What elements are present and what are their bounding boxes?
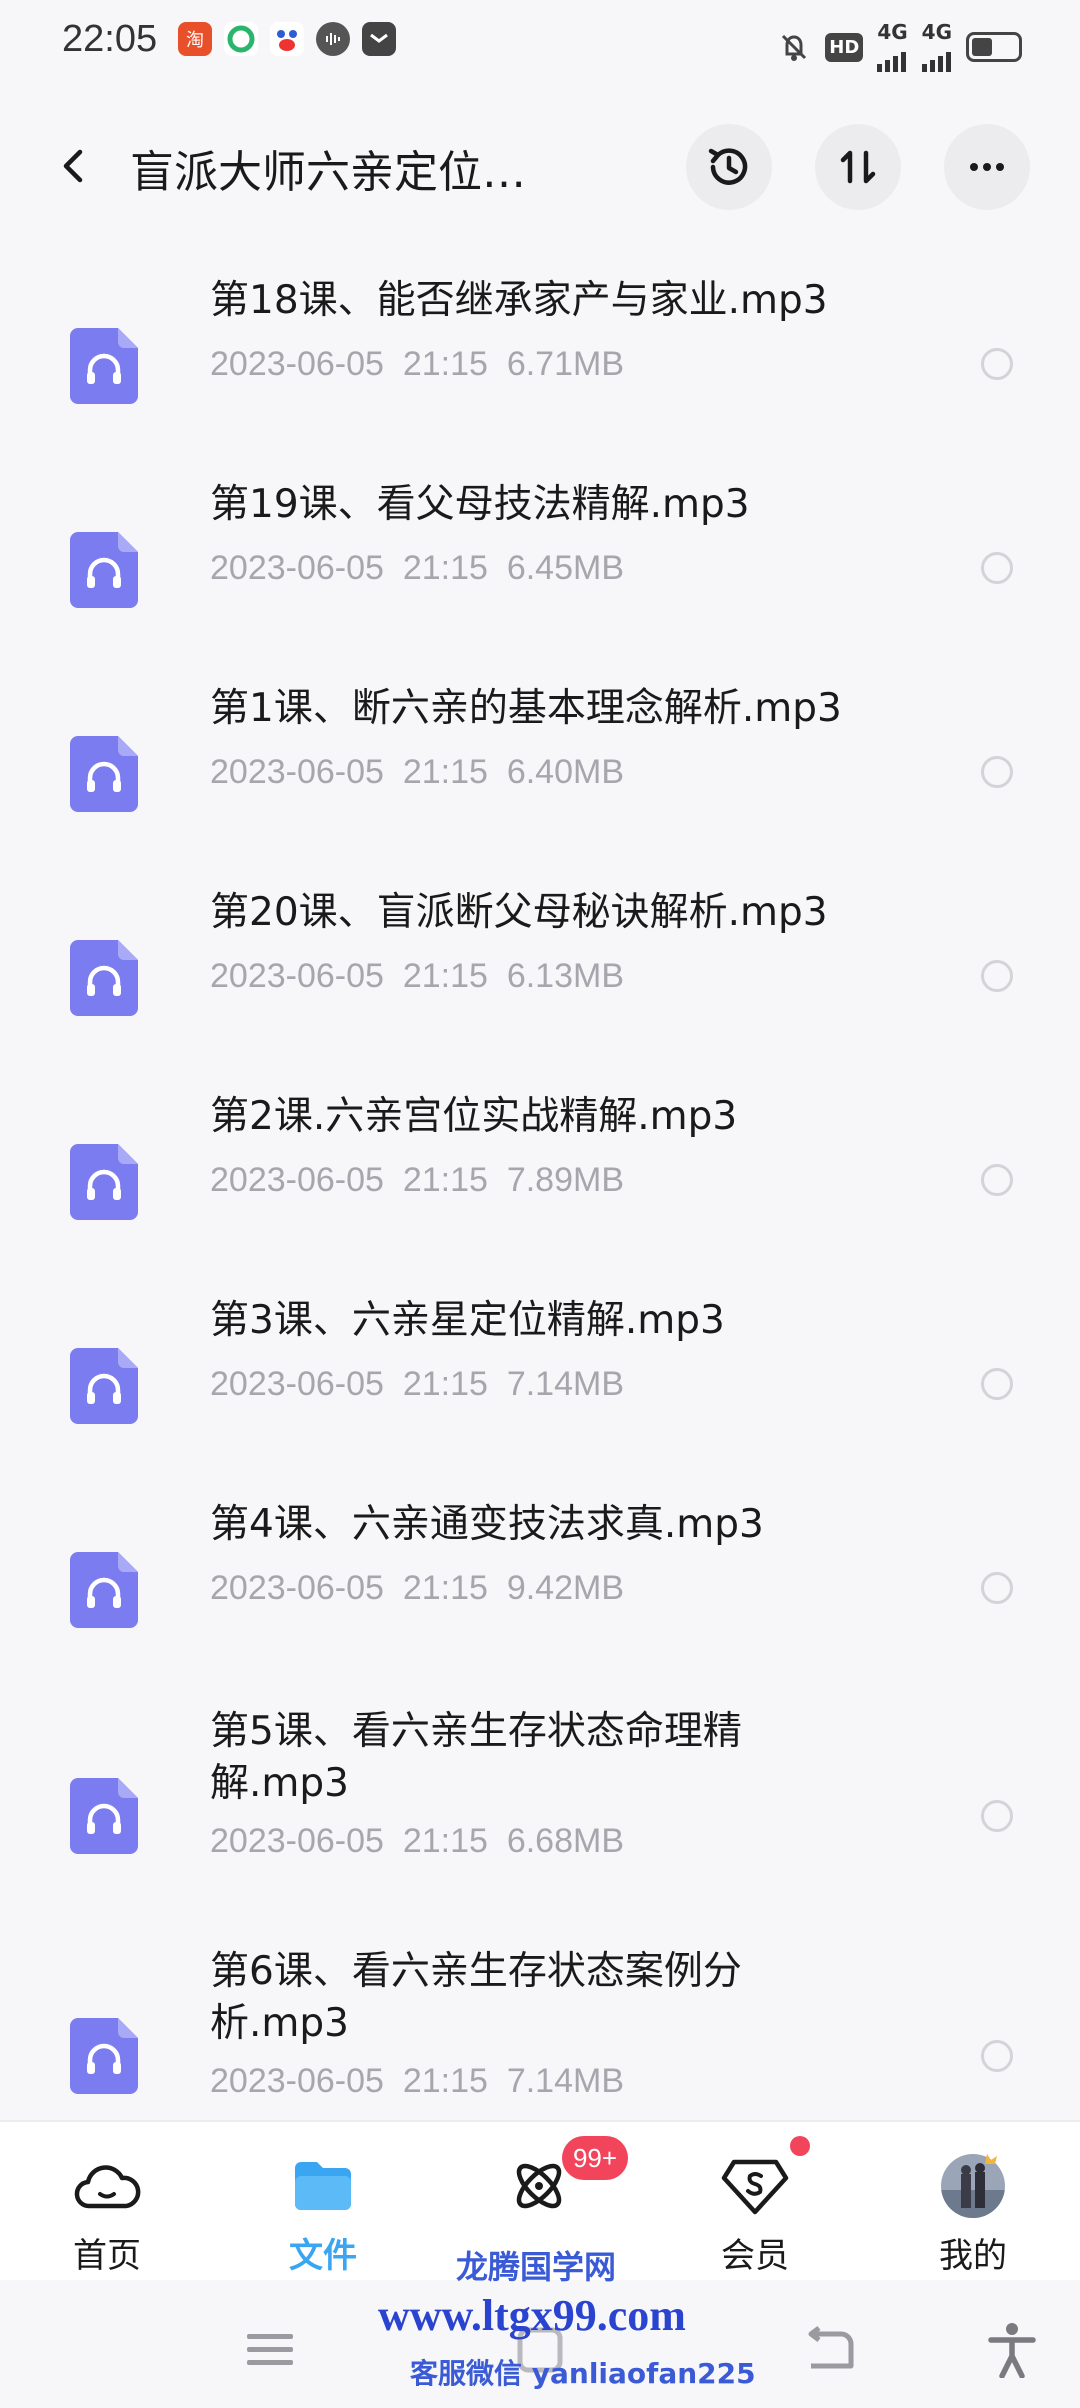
file-meta: 2023-06-05 21:15 6.13MB (210, 957, 625, 995)
nav-item-vip[interactable]: 会员 (680, 2140, 830, 2280)
folder-icon (283, 2146, 363, 2226)
notification-icons: 淘 (178, 22, 396, 56)
accessibility-button[interactable] (982, 2320, 1042, 2380)
file-name: 第1课、断六亲的基本理念解析.mp3 (210, 686, 842, 731)
file-name: 第19课、看父母技法精解.mp3 (210, 482, 750, 527)
file-row[interactable]: 第18课、能否继承家产与家业.mp3 2023-06-05 21:15 6.71… (0, 270, 1080, 430)
audio-file-icon (70, 1552, 138, 1628)
mail-notification-icon (362, 22, 396, 56)
status-bar: 22:05 淘 HD 4G 4G (0, 0, 1080, 84)
file-meta: 2023-06-05 21:15 6.71MB (210, 345, 625, 383)
hd-icon: HD (825, 32, 864, 62)
select-radio[interactable] (981, 2040, 1013, 2072)
battery-icon (966, 32, 1022, 62)
audio-file-icon (70, 736, 138, 812)
history-icon (708, 148, 748, 185)
watermark-site-name: 龙腾国学网 (456, 2248, 617, 2286)
file-name: 第3课、六亲星定位精解.mp3 (210, 1298, 725, 1343)
file-name: 第5课、看六亲生存状态命理精解.mp3 (210, 1709, 742, 1806)
file-meta: 2023-06-05 21:15 6.45MB (210, 549, 625, 587)
file-row[interactable]: 第1课、断六亲的基本理念解析.mp3 2023-06-05 21:15 6.40… (0, 678, 1080, 838)
more-icon (970, 163, 1004, 171)
file-row[interactable]: 第3课、六亲星定位精解.mp3 2023-06-05 21:15 7.14MB (0, 1290, 1080, 1450)
nav-label-vip: 会员 (721, 2236, 789, 2276)
return-icon (808, 2326, 854, 2369)
audio-file-icon (70, 1348, 138, 1424)
file-row[interactable]: 第2课.六亲宫位实战精解.mp3 2023-06-05 21:15 7.89MB (0, 1086, 1080, 1246)
file-meta: 2023-06-05 21:15 6.68MB (210, 1822, 625, 1860)
file-row[interactable]: 第4课、六亲通变技法求真.mp3 2023-06-05 21:15 9.42MB (0, 1494, 1080, 1654)
app-notification-icon (224, 22, 258, 56)
accessibility-icon (988, 2323, 1036, 2378)
system-icons: HD 4G 4G (777, 22, 1022, 72)
select-radio[interactable] (981, 960, 1013, 992)
more-button[interactable] (944, 124, 1030, 210)
sort-icon (840, 150, 876, 184)
file-meta: 2023-06-05 21:15 7.14MB (210, 2062, 625, 2100)
select-radio[interactable] (981, 756, 1013, 788)
audio-file-icon (70, 532, 138, 608)
nav-label-me: 我的 (939, 2236, 1007, 2276)
audio-file-icon (70, 1778, 138, 1854)
audio-file-icon (70, 1144, 138, 1220)
select-radio[interactable] (981, 1572, 1013, 1604)
back-arrow-icon (63, 149, 83, 183)
file-name: 第4课、六亲通变技法求真.mp3 (210, 1502, 764, 1547)
file-meta: 2023-06-05 21:15 7.89MB (210, 1161, 625, 1199)
file-meta: 2023-06-05 21:15 9.42MB (210, 1569, 625, 1607)
watermark-contact: 客服微信 yanliaofan225 (410, 2357, 756, 2390)
nav-label-home: 首页 (73, 2236, 141, 2276)
avatar (933, 2146, 1013, 2226)
menu-icon (247, 2334, 293, 2365)
status-time: 22:05 (62, 18, 158, 60)
file-meta: 2023-06-05 21:15 7.14MB (210, 1365, 625, 1403)
file-name: 第2课.六亲宫位实战精解.mp3 (210, 1094, 738, 1139)
cloud-home-icon (67, 2146, 147, 2226)
signal-icon-1: 4G (877, 22, 908, 72)
app-header: 盲派大师六亲定位… (0, 110, 1080, 222)
page-title: 盲派大师六亲定位… (130, 147, 526, 198)
file-row[interactable]: 第6课、看六亲生存状态案例分析.mp3 2023-06-05 21:15 7.1… (0, 1938, 1080, 2138)
nav-label-files: 文件 (289, 2236, 357, 2276)
file-name: 第18课、能否继承家产与家业.mp3 (210, 278, 828, 323)
audio-file-icon (70, 940, 138, 1016)
nav-item-me[interactable]: 我的 (898, 2140, 1048, 2280)
notification-badge: 99+ (562, 2136, 628, 2180)
screen: 22:05 淘 HD 4G 4G 盲派大师六亲定位… 第18课、能否继承家产与家… (0, 0, 1080, 2408)
file-meta: 2023-06-05 21:15 6.40MB (210, 753, 625, 791)
select-radio[interactable] (981, 1800, 1013, 1832)
audio-file-icon (70, 328, 138, 404)
signal-icon-2: 4G (921, 22, 952, 72)
vip-dot-badge (790, 2136, 810, 2156)
vip-gem-icon (715, 2146, 795, 2226)
sort-button[interactable] (815, 124, 901, 210)
file-name: 第20课、盲派断父母秘诀解析.mp3 (210, 890, 828, 935)
file-name: 第6课、看六亲生存状态案例分析.mp3 (210, 1949, 742, 2046)
history-button[interactable] (686, 124, 772, 210)
select-radio[interactable] (981, 552, 1013, 584)
baidu-notification-icon (270, 22, 304, 56)
file-row[interactable]: 第5课、看六亲生存状态命理精解.mp3 2023-06-05 21:15 6.6… (0, 1698, 1080, 1898)
file-row[interactable]: 第19课、看父母技法精解.mp3 2023-06-05 21:15 6.45MB (0, 474, 1080, 634)
taobao-notification-icon: 淘 (178, 22, 212, 56)
nav-item-home[interactable]: 首页 (32, 2140, 182, 2280)
select-radio[interactable] (981, 1164, 1013, 1196)
back-nav-button[interactable] (798, 2320, 858, 2380)
menu-nav-button[interactable] (240, 2320, 300, 2380)
audio-file-icon (70, 2018, 138, 2094)
watermark-url: www.ltgx99.com (378, 2291, 686, 2340)
nav-item-files[interactable]: 文件 (248, 2140, 398, 2280)
back-button[interactable] (40, 132, 108, 200)
select-radio[interactable] (981, 1368, 1013, 1400)
select-radio[interactable] (981, 348, 1013, 380)
file-row[interactable]: 第20课、盲派断父母秘诀解析.mp3 2023-06-05 21:15 6.13… (0, 882, 1080, 1042)
mute-bell-icon (782, 34, 807, 61)
voice-notification-icon (316, 22, 350, 56)
